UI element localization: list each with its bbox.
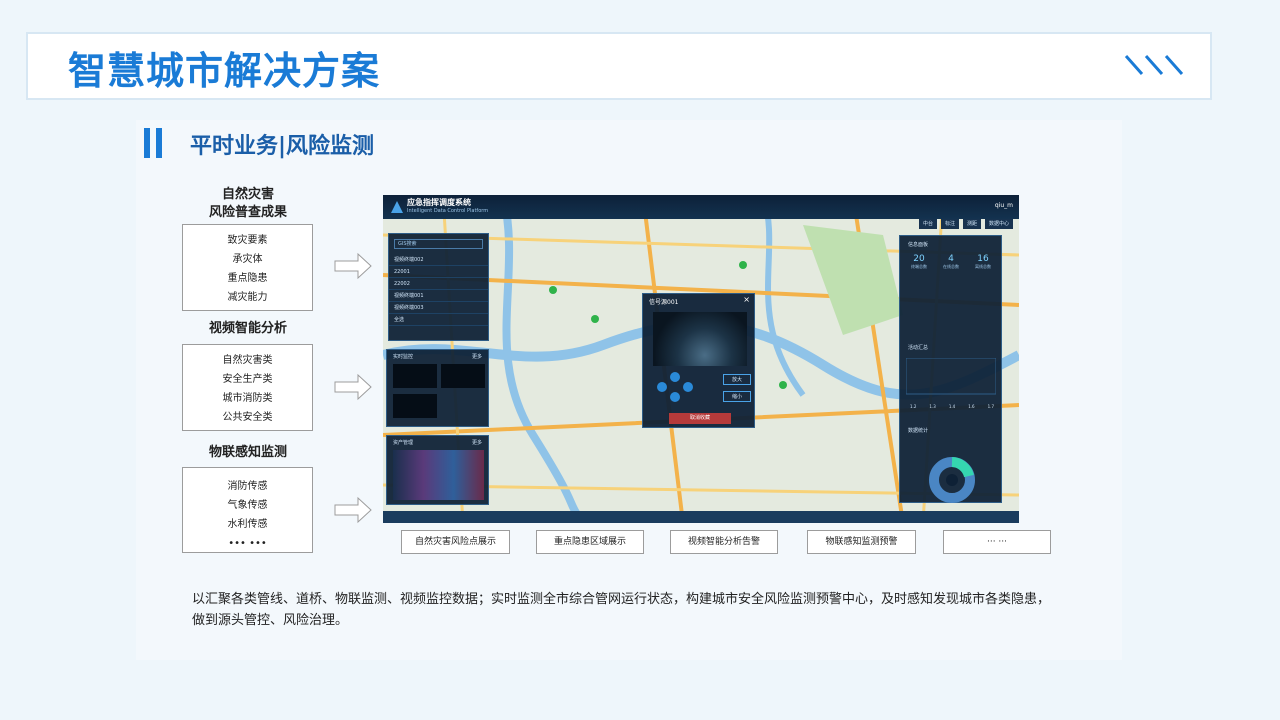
caption-iot-warning: 物联感知监测预警 [807, 530, 916, 554]
group-box-iot: 消防传感 气象传感 水利传感 ••• ••• [182, 467, 313, 553]
panel-title: 信息面板 [908, 242, 929, 248]
app-screenshot: 应急指挥调度系统 Intelligent Data Control Platfo… [383, 195, 1019, 523]
arrow-right-icon [334, 252, 372, 280]
list-item: 安全生产类 [222, 374, 273, 385]
group-title-disaster: 自然灾害 风险普查成果 [208, 187, 287, 220]
list-item[interactable]: 22002 [389, 278, 488, 290]
list-item: 水利传感 [227, 519, 268, 530]
list-item[interactable]: 22001 [389, 266, 488, 278]
ptz-down-icon[interactable] [670, 392, 680, 402]
panel-title: 数据统计 [908, 428, 929, 434]
tab-zhongtai[interactable]: 中台 [918, 219, 937, 229]
zoom-in-button[interactable]: 放大 [723, 374, 751, 385]
arrow-right-icon [334, 496, 372, 524]
toolbar-tabs: 中台 标注 测距 数据中心 [918, 219, 1013, 229]
stat-online: 4 在线总数 [943, 254, 959, 269]
page-title: 智慧城市解决方案 [68, 49, 381, 93]
tab-measure[interactable]: 测距 [962, 219, 981, 229]
list-item[interactable]: 视频终端002 [389, 254, 488, 266]
cancel-favorite-button[interactable]: 取消收藏 [669, 413, 731, 424]
app-subtitle: Intelligent Data Control Platform [407, 208, 489, 214]
group-box-video: 自然灾害类 安全生产类 城市消防类 公共安全类 [182, 344, 313, 431]
more-link[interactable]: 更多 [472, 353, 482, 360]
list-item[interactable]: 视频终端003 [389, 302, 488, 314]
video-frame [653, 312, 747, 366]
caption-video-alerts: 视频智能分析告警 [670, 530, 778, 554]
arrow-right-icon [334, 373, 372, 401]
popup-title: 信号源001 [649, 299, 679, 306]
caption-risk-points: 自然灾害风险点展示 [401, 530, 510, 554]
donut-chart [929, 457, 975, 503]
decorative-slashes-icon [1124, 55, 1184, 75]
stat-total: 20 终端总数 [911, 254, 927, 269]
group-title-iot: 物联感知监测 [208, 445, 287, 460]
group-title-video: 视频智能分析 [208, 321, 287, 336]
ptz-up-icon[interactable] [670, 372, 680, 382]
stat-offline: 16 离线总数 [975, 254, 991, 269]
list-item[interactable]: 视频终端001 [389, 290, 488, 302]
list-item: 自然灾害类 [222, 355, 273, 366]
description-text: 以汇聚各类管线、道桥、物联监测、视频监控数据；实时监测全市综合管网运行状态，构建… [192, 592, 1051, 628]
chart-ticks: 1.2 1.3 1.4 1.6 1.7 [910, 404, 994, 409]
zoom-out-button[interactable]: 缩小 [723, 391, 751, 402]
info-panel: 信息面板 20 终端总数 4 在线总数 16 离线总数 活动汇总 1.2 1.3 1.4 1… [899, 235, 1002, 503]
group-box-disaster: 致灾要素 承灾体 重点隐患 减灾能力 [182, 224, 313, 311]
list-item: 公共安全类 [222, 412, 273, 423]
list-item: 气象传感 [227, 500, 268, 511]
caption-hazard-areas: 重点隐患区域展示 [536, 530, 644, 554]
list-item: 城市消防类 [222, 393, 273, 404]
list-item: 承灾体 [232, 254, 263, 265]
device-list-panel: GIS搜索 视频终端002 22001 22002 视频终端001 视频终端00… [388, 233, 489, 341]
list-item[interactable]: 全选 [389, 314, 488, 326]
ptz-right-icon[interactable] [683, 382, 693, 392]
list-item: 减灾能力 [227, 292, 268, 303]
video-thumb[interactable] [441, 364, 485, 388]
panel-title: 资产管理 [393, 440, 414, 446]
more-link[interactable]: 更多 [472, 439, 482, 446]
list-item: 消防传感 [227, 481, 268, 492]
asset-panel: 资产管理 更多 [386, 435, 489, 505]
app-logo-icon [391, 201, 403, 213]
list-item: ••• ••• [228, 538, 267, 549]
user-name[interactable]: qiu_m [995, 202, 1013, 209]
app-title: 应急指挥调度系统 [407, 198, 471, 207]
close-icon[interactable]: × [743, 295, 750, 304]
app-topbar: 应急指挥调度系统 Intelligent Data Control Platfo… [383, 195, 1019, 219]
realtime-monitor-panel: 实时监控 更多 [386, 349, 489, 427]
list-item: 致灾要素 [227, 235, 268, 246]
tab-mark[interactable]: 标注 [940, 219, 959, 229]
tab-data-center[interactable]: 数据中心 [984, 219, 1013, 229]
video-thumb[interactable] [393, 364, 437, 388]
list-item: 重点隐患 [227, 273, 268, 284]
search-input[interactable]: GIS搜索 [394, 239, 483, 249]
section-title: 平时业务|风险监测 [190, 134, 375, 159]
asset-image[interactable] [393, 450, 484, 500]
bottom-toolbar [383, 511, 1019, 523]
caption-more: ··· ··· [943, 530, 1051, 554]
activity-chart [906, 358, 996, 395]
ptz-left-icon[interactable] [657, 382, 667, 392]
panel-title: 实时监控 [393, 354, 414, 360]
panel-title: 活动汇总 [908, 345, 929, 351]
video-popup: 信号源001 × 放大 缩小 取消收藏 [642, 293, 755, 428]
video-thumb[interactable] [393, 394, 437, 418]
